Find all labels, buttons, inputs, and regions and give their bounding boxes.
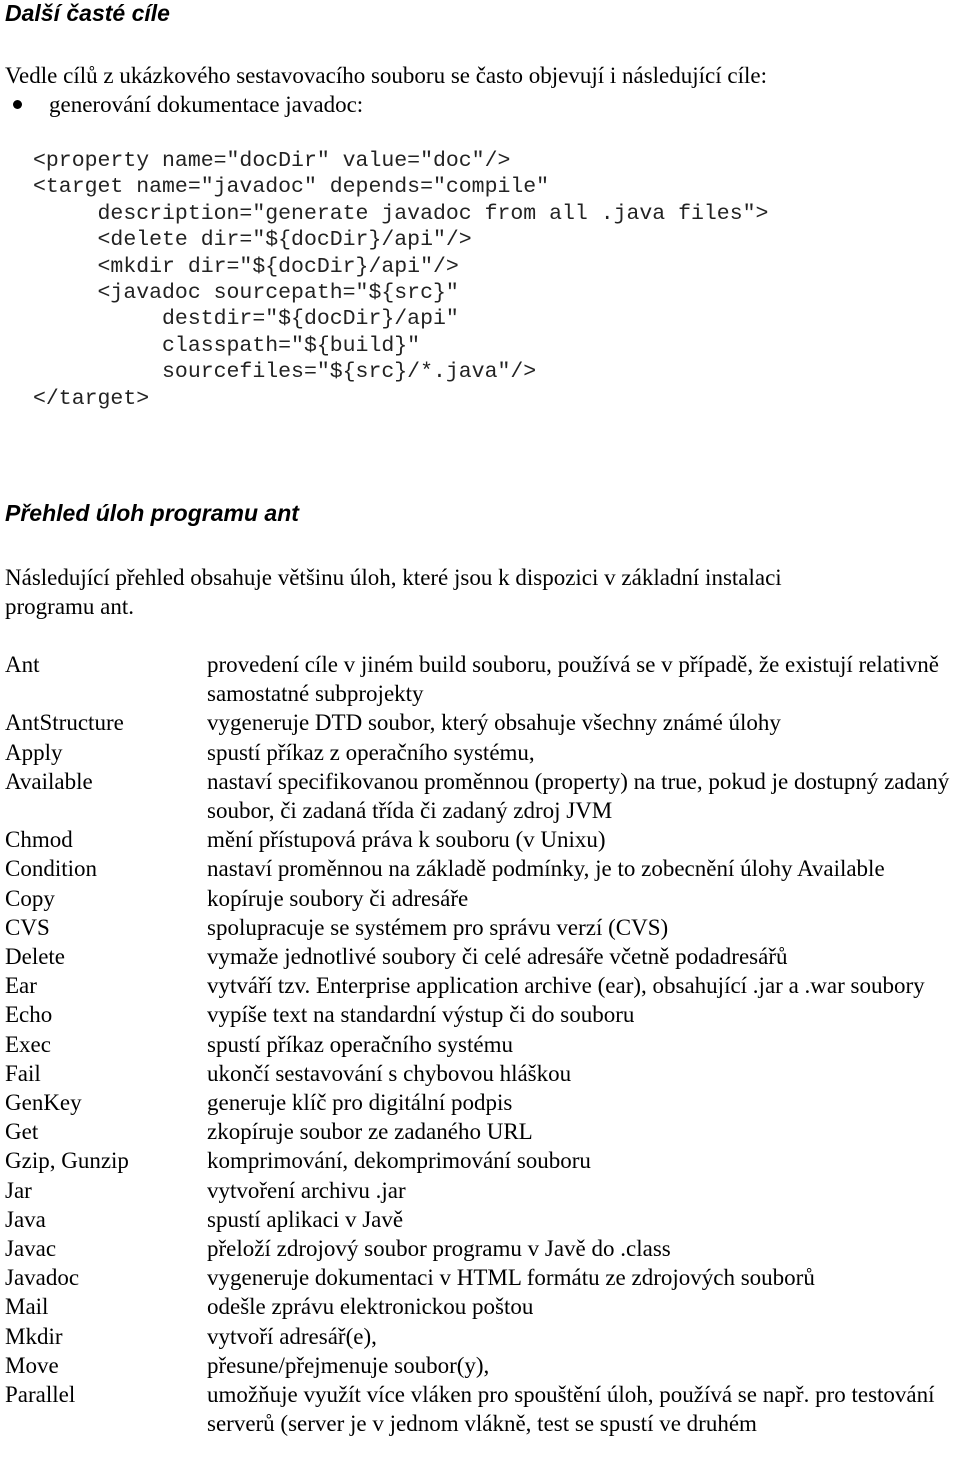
task-name: Get (5, 1119, 39, 1145)
task-row: Javac přeloží zdrojový soubor programu v … (5, 1234, 960, 1263)
code-line: sourcefiles="${src}/*.java"/> (33, 360, 537, 385)
task-name: Copy (5, 885, 55, 911)
task-row: Mail odešle zprávu elektronickou poštou (5, 1292, 960, 1321)
task-row: Copy kopíruje soubory či adresáře (5, 884, 960, 913)
task-description: mění přístupová práva k souboru (v Unixu… (207, 827, 606, 853)
task-name: Chmod (5, 827, 73, 853)
task-description: přeloží zdrojový soubor programu v Javě … (207, 1236, 671, 1262)
task-row: Ear vytváří tzv. Enterprise application a… (5, 971, 960, 1000)
bullet-text: generování dokumentace javadoc: (49, 92, 364, 117)
task-row: CVS spolupracuje se systémem pro správu v… (5, 913, 960, 942)
task-name: Mkdir (5, 1323, 63, 1349)
task-name: CVS (5, 914, 50, 940)
task-name: Javac (5, 1236, 57, 1262)
task-name: Condition (5, 856, 98, 882)
task-row: AntStructure vygeneruje DTD soubor, který… (5, 708, 960, 737)
section-heading-ant-tasks: Přehled úloh programu ant (5, 500, 299, 526)
task-description: vygeneruje dokumentaci v HTML formátu ze… (207, 1265, 815, 1291)
task-description: spustí aplikaci v Javě (207, 1206, 404, 1232)
task-description: zkopíruje soubor ze zadaného URL (207, 1119, 533, 1145)
task-row: Gzip, Gunzip komprimování, dekomprimování… (5, 1146, 960, 1175)
code-line: <delete dir="${docDir}/api"/> (33, 228, 472, 253)
task-row: Get zkopíruje soubor ze zadaného URL (5, 1117, 960, 1146)
code-line: <property name="docDir" value="doc"/> (33, 149, 511, 173)
task-description: spustí příkaz operačního systému (207, 1031, 513, 1057)
task-row: Available nastaví specifikovanou proměnno… (5, 767, 960, 825)
task-name: Ant (5, 652, 40, 677)
task-row: Fail ukončí sestavování s chybovou hláško… (5, 1059, 960, 1088)
task-name: Apply (5, 739, 63, 765)
task-row: GenKey generuje klíč pro digitální podpis (5, 1088, 960, 1117)
bullet-icon (13, 100, 22, 109)
task-row: Delete vymaže jednotlivé soubory či celé … (5, 942, 960, 971)
task-name: Java (5, 1206, 46, 1232)
task-description: vymaže jednotlivé soubory či celé adresá… (207, 944, 788, 970)
code-line: description="generate javadoc from all .… (33, 201, 769, 226)
code-line: <target name="javadoc" depends="compile" (33, 175, 550, 200)
task-row: Move přesune/přejmenuje soubor(y), (5, 1351, 960, 1380)
task-row: Ant provedení cíle v jiném build souboru,… (5, 650, 960, 708)
task-description: spustí příkaz z operačního systému, (207, 739, 535, 765)
intro-paragraph: Vedle cílů z ukázkového sestavovacího so… (5, 63, 767, 88)
task-list: Ant provedení cíle v jiném build souboru,… (5, 650, 960, 1438)
task-row: Java spustí aplikaci v Javě (5, 1205, 960, 1234)
tasks-intro-line-1: Následující přehled obsahuje většinu úlo… (5, 565, 782, 590)
task-description: vypíše text na standardní výstup či do s… (207, 1002, 635, 1028)
code-line: </target> (33, 386, 150, 411)
task-description: nastaví proměnnou na základě podmínky, j… (207, 856, 885, 882)
task-name: Mail (5, 1294, 49, 1320)
task-description: vytvoření archivu .jar (207, 1177, 406, 1203)
task-description: umožňuje využít více vláken pro spouštěn… (207, 1382, 935, 1437)
task-description: generuje klíč pro digitální podpis (207, 1090, 513, 1116)
task-description: ukončí sestavování s chybovou hláškou (207, 1060, 572, 1086)
task-name: Parallel (5, 1382, 76, 1408)
task-name: Ear (5, 973, 37, 999)
task-row: Echo vypíše text na standardní výstup či … (5, 1000, 960, 1029)
task-row: Mkdir vytvoří adresář(e), (5, 1322, 960, 1351)
task-row: Condition nastaví proměnnou na základě po… (5, 854, 960, 883)
code-line: <javadoc sourcepath="${src}" (33, 280, 459, 305)
task-row: Parallel umožňuje využít více vláken pro … (5, 1380, 960, 1438)
code-block: <property name="docDir" value="doc"/> <ta… (33, 148, 768, 412)
task-name: Echo (5, 1002, 53, 1028)
task-description: nastaví specifikovanou proměnnou (proper… (207, 768, 950, 824)
task-row: Chmod mění přístupová práva k souboru (v … (5, 825, 960, 854)
task-description: spolupracuje se systémem pro správu verz… (207, 914, 669, 940)
task-name: Available (5, 768, 93, 794)
task-row: Exec spustí příkaz operačního systému (5, 1030, 960, 1059)
task-description: provedení cíle v jiném build souboru, po… (207, 652, 939, 707)
tasks-intro-line-2: programu ant. (5, 594, 135, 619)
task-name: AntStructure (5, 710, 124, 736)
task-description: odešle zprávu elektronickou poštou (207, 1294, 534, 1320)
task-row: Javadoc vygeneruje dokumentaci v HTML for… (5, 1263, 960, 1292)
code-line: <mkdir dir="${docDir}/api"/> (33, 254, 459, 279)
task-description: vytváří tzv. Enterprise application arch… (207, 973, 925, 999)
code-line: classpath="${build}" (33, 333, 421, 358)
task-name: Delete (5, 944, 66, 970)
task-description: komprimování, dekomprimování souboru (207, 1148, 591, 1174)
task-name: Exec (5, 1031, 51, 1057)
task-name: Gzip, Gunzip (5, 1148, 129, 1174)
task-description: vygeneruje DTD soubor, který obsahuje vš… (207, 710, 781, 736)
task-description: přesune/přejmenuje soubor(y), (207, 1352, 490, 1378)
task-name: Fail (5, 1060, 41, 1086)
task-name: GenKey (5, 1090, 82, 1116)
task-description: kopíruje soubory či adresáře (207, 885, 469, 911)
task-row: Jar vytvoření archivu .jar (5, 1176, 960, 1205)
task-description: vytvoří adresář(e), (207, 1323, 377, 1349)
code-line: destdir="${docDir}/api" (33, 307, 459, 332)
task-name: Move (5, 1352, 59, 1378)
task-name: Javadoc (5, 1265, 80, 1291)
task-row: Apply spustí příkaz z operačního systému, (5, 738, 960, 767)
task-name: Jar (5, 1177, 32, 1203)
section-heading-other-targets: Další časté cíle (5, 0, 170, 26)
